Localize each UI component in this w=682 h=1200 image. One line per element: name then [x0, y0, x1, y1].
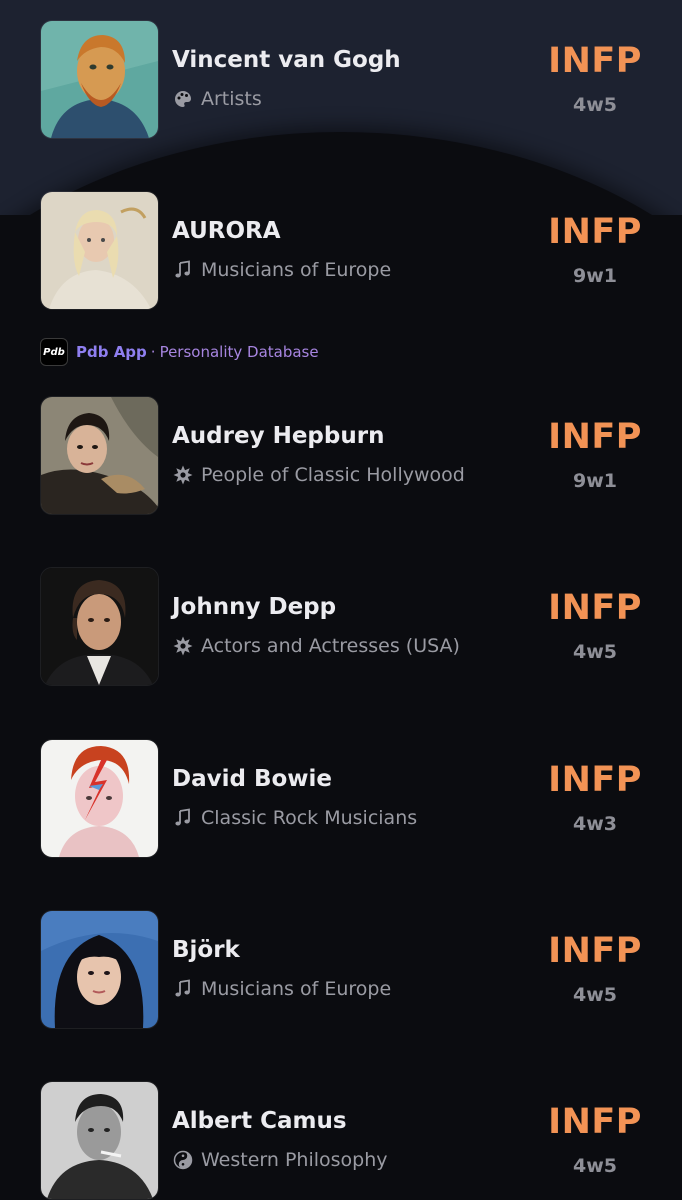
category-label: Musicians of Europe: [201, 259, 392, 281]
enneagram-type: 4w5: [573, 94, 617, 116]
person-name[interactable]: AURORA: [172, 218, 281, 244]
music-note-icon: [172, 807, 194, 829]
mbti-type: INFP: [548, 931, 642, 971]
enneagram-type: 4w5: [573, 1155, 617, 1177]
person-name[interactable]: Albert Camus: [172, 1108, 347, 1134]
category-label: Musicians of Europe: [201, 978, 392, 1000]
list-item[interactable]: Albert Camus Western Philosophy INFP 4w5: [0, 1081, 682, 1200]
ad-description[interactable]: Personality Database: [160, 343, 319, 361]
ad-separator: ·: [150, 343, 156, 361]
palette-icon: [172, 88, 194, 110]
mbti-type: INFP: [548, 588, 642, 628]
category-label: Classic Rock Musicians: [201, 807, 418, 829]
category[interactable]: Musicians of Europe: [172, 259, 391, 281]
enneagram-type: 9w1: [573, 470, 617, 492]
mbti-type: INFP: [548, 417, 642, 457]
category[interactable]: Artists: [172, 88, 262, 110]
person-name[interactable]: Johnny Depp: [172, 594, 336, 620]
enneagram-type: 4w3: [573, 813, 617, 835]
category-label: Actors and Actresses (USA): [201, 635, 460, 657]
starburst-icon: [172, 464, 194, 486]
profile-photo[interactable]: [40, 1081, 159, 1200]
enneagram-type: 4w5: [573, 984, 617, 1006]
profile-photo[interactable]: [40, 739, 159, 858]
mbti-type: INFP: [548, 212, 642, 252]
mbti-type: INFP: [548, 41, 642, 81]
ad-app-name[interactable]: Pdb App: [76, 343, 147, 361]
list-item[interactable]: Johnny Depp Actors and Actresses (USA) I…: [0, 567, 682, 686]
app-logo[interactable]: Pdb: [40, 338, 68, 366]
category-label: Artists: [201, 88, 262, 110]
person-name[interactable]: Audrey Hepburn: [172, 423, 384, 449]
profile-photo[interactable]: [40, 567, 159, 686]
mbti-type: INFP: [548, 1102, 642, 1142]
mbti-type: INFP: [548, 760, 642, 800]
list-item[interactable]: David Bowie Classic Rock Musicians INFP …: [0, 739, 682, 858]
enneagram-type: 9w1: [573, 265, 617, 287]
person-name[interactable]: Björk: [172, 937, 240, 963]
starburst-icon: [172, 635, 194, 657]
category[interactable]: Classic Rock Musicians: [172, 807, 417, 829]
person-name[interactable]: David Bowie: [172, 766, 332, 792]
music-note-icon: [172, 978, 194, 1000]
category[interactable]: Actors and Actresses (USA): [172, 635, 460, 657]
profile-photo[interactable]: [40, 20, 159, 139]
sponsored-ad[interactable]: Pdb Pdb App · Personality Database: [40, 338, 319, 366]
category[interactable]: Musicians of Europe: [172, 978, 391, 1000]
category-label: People of Classic Hollywood: [201, 464, 465, 486]
profile-photo[interactable]: [40, 191, 159, 310]
category-label: Western Philosophy: [201, 1149, 388, 1171]
person-name[interactable]: Vincent van Gogh: [172, 47, 401, 73]
list-item[interactable]: Björk Musicians of Europe INFP 4w5: [0, 910, 682, 1029]
category[interactable]: People of Classic Hollywood: [172, 464, 465, 486]
yin-yang-icon: [172, 1149, 194, 1171]
category[interactable]: Western Philosophy: [172, 1149, 388, 1171]
list-item[interactable]: Audrey Hepburn People of Classic Hollywo…: [0, 396, 682, 515]
profile-photo[interactable]: [40, 910, 159, 1029]
list-item[interactable]: AURORA Musicians of Europe INFP 9w1: [0, 191, 682, 310]
list-item[interactable]: Vincent van Gogh Artists INFP 4w5: [0, 20, 682, 139]
profile-photo[interactable]: [40, 396, 159, 515]
enneagram-type: 4w5: [573, 641, 617, 663]
music-note-icon: [172, 259, 194, 281]
